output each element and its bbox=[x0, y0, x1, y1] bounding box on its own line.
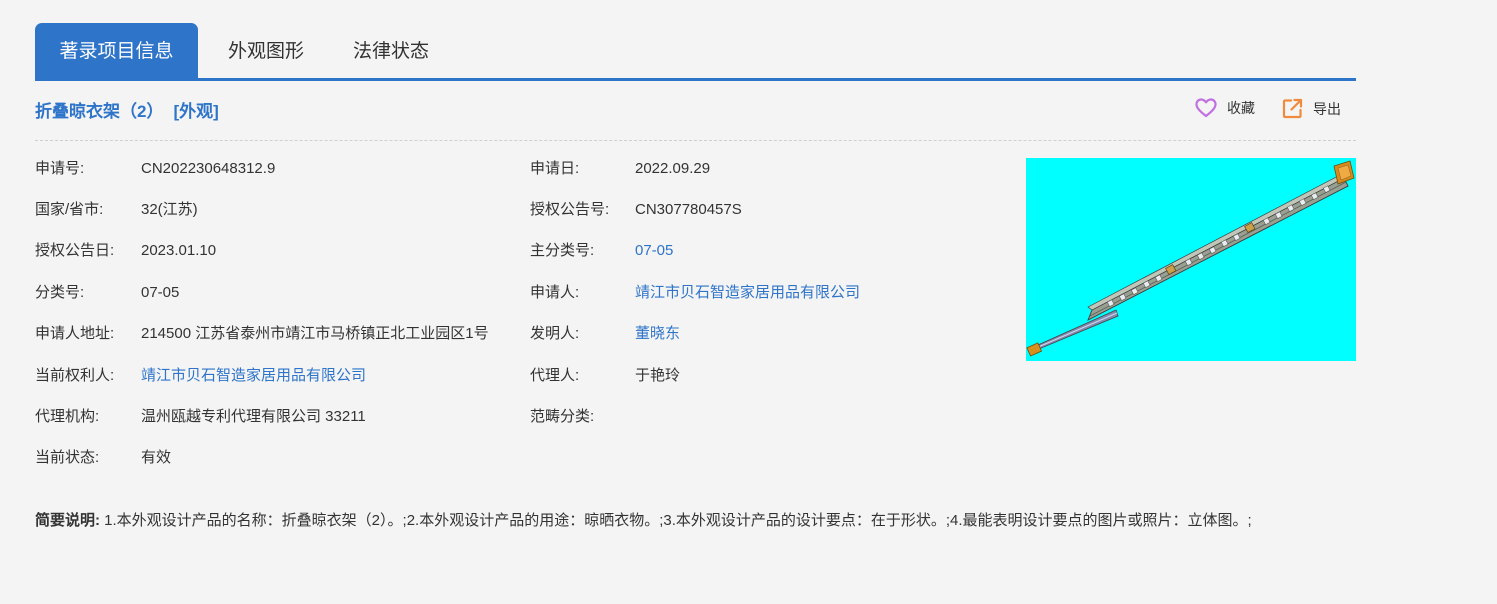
export-label: 导出 bbox=[1313, 100, 1341, 117]
field-value: 2023.01.10 bbox=[141, 242, 217, 259]
tab-underline bbox=[35, 78, 1356, 81]
favorite-button[interactable]: 收藏 bbox=[1195, 98, 1255, 118]
field-value: CN202230648312.9 bbox=[141, 160, 276, 177]
field-label: 分类号: bbox=[35, 284, 85, 301]
tab-bibliographic[interactable]: 著录项目信息 bbox=[35, 23, 198, 78]
field-value: 214500 江苏省泰州市靖江市马桥镇正北工业园区1号 bbox=[141, 325, 489, 342]
field-label: 国家/省市: bbox=[35, 201, 104, 218]
tab-design-drawings[interactable]: 外观图形 bbox=[211, 23, 321, 78]
current-owner-link[interactable]: 靖江市贝石智造家居用品有限公司 bbox=[141, 366, 366, 386]
field-value: 温州瓯越专利代理有限公司 33211 bbox=[141, 408, 366, 425]
description-label: 简要说明: bbox=[35, 512, 100, 529]
field-label: 授权公告日: bbox=[35, 242, 115, 259]
field-label: 发明人: bbox=[530, 325, 580, 342]
field-value: 有效 bbox=[141, 449, 172, 466]
main-class-link[interactable]: 07-05 bbox=[635, 241, 673, 261]
action-bar: 收藏 导出 bbox=[1195, 98, 1355, 122]
tab-bar: 著录项目信息 外观图形 法律状态 bbox=[35, 23, 1356, 78]
field-value: 于艳玲 bbox=[635, 367, 681, 384]
description-text: 1.本外观设计产品的名称：折叠晾衣架（2）。;2.本外观设计产品的用途：晾晒衣物… bbox=[100, 512, 1252, 529]
field-label: 范畴分类: bbox=[530, 408, 595, 425]
field-label: 申请日: bbox=[530, 160, 580, 177]
export-icon bbox=[1282, 98, 1313, 119]
patent-type-tag: [外观] bbox=[173, 102, 219, 121]
field-label: 代理机构: bbox=[35, 408, 100, 425]
page-title: 折叠晾衣架（2） [外观] bbox=[35, 97, 219, 122]
patent-detail-panel: 著录项目信息 外观图形 法律状态 折叠晾衣架（2） [外观] 收藏 导出 申请号… bbox=[35, 0, 1356, 604]
field-label: 当前状态: bbox=[35, 449, 100, 466]
design-drawing-image[interactable] bbox=[1026, 158, 1356, 361]
field-value: 2022.09.29 bbox=[635, 160, 711, 177]
field-value: 32(江苏) bbox=[141, 201, 198, 218]
field-label: 申请人: bbox=[530, 284, 580, 301]
field-label: 申请人地址: bbox=[35, 325, 115, 342]
divider bbox=[35, 140, 1356, 141]
field-label: 授权公告号: bbox=[530, 201, 610, 218]
inventor-link[interactable]: 董晓东 bbox=[635, 324, 680, 344]
folding-rack-drawing bbox=[1026, 160, 1355, 357]
favorite-label: 收藏 bbox=[1227, 100, 1255, 116]
field-value: CN307780457S bbox=[635, 201, 742, 218]
brief-description: 简要说明: 1.本外观设计产品的名称：折叠晾衣架（2）。;2.本外观设计产品的用… bbox=[35, 507, 1365, 535]
tab-legal-status[interactable]: 法律状态 bbox=[336, 23, 446, 78]
patent-title: 折叠晾衣架（2） bbox=[35, 102, 164, 121]
applicant-link[interactable]: 靖江市贝石智造家居用品有限公司 bbox=[635, 283, 860, 303]
field-label: 代理人: bbox=[530, 367, 580, 384]
field-label: 当前权利人: bbox=[35, 367, 115, 384]
field-value: 07-05 bbox=[141, 284, 180, 301]
heart-icon bbox=[1195, 98, 1227, 118]
field-label: 申请号: bbox=[35, 160, 85, 177]
export-button[interactable]: 导出 bbox=[1282, 98, 1341, 119]
field-label: 主分类号: bbox=[530, 242, 595, 259]
